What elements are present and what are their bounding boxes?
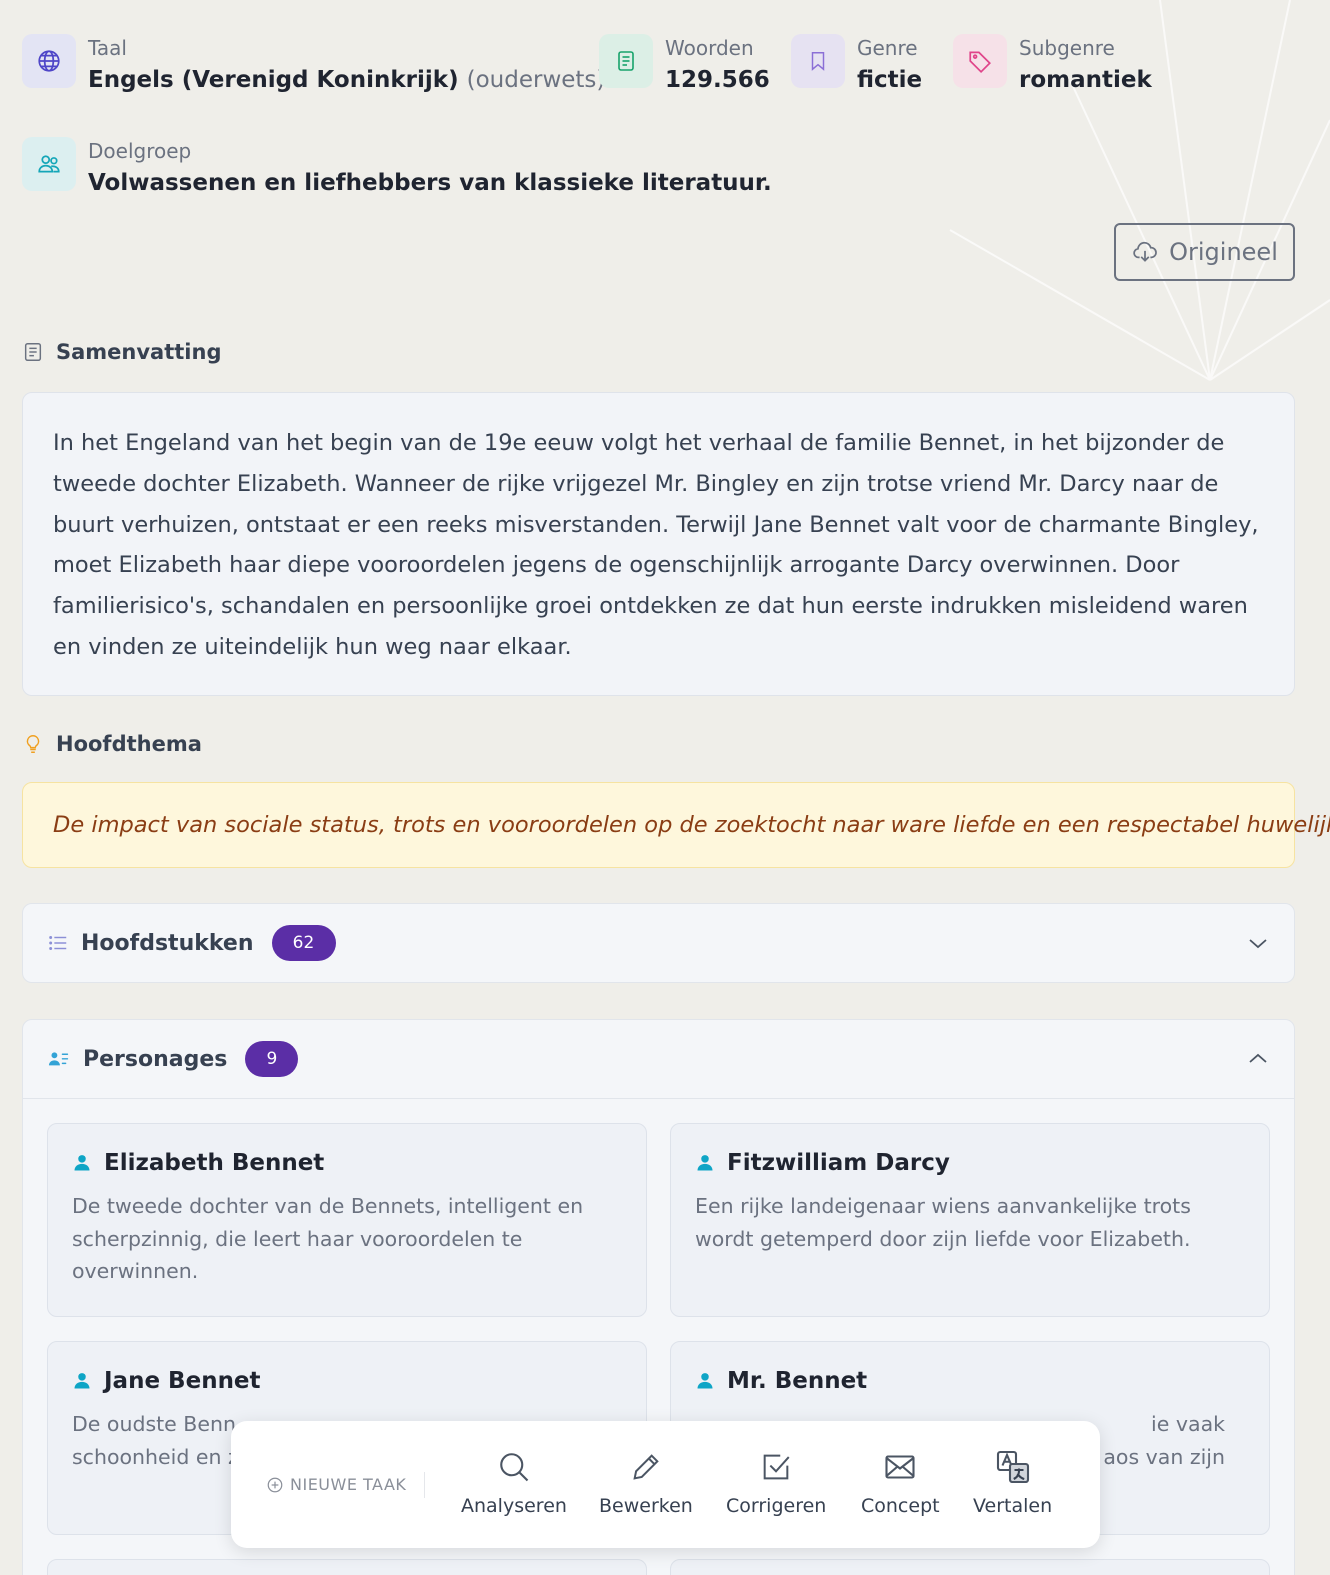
language-note: (ouderwets) [466, 67, 606, 93]
globe-icon [22, 34, 76, 88]
plus-circle-icon [267, 1477, 283, 1492]
chapters-accordion: Hoofdstukken 62 [22, 903, 1295, 983]
chevron-up-icon[interactable] [1246, 1047, 1270, 1071]
translate-button[interactable]: Vertalen [973, 1449, 1052, 1517]
list-icon [49, 936, 67, 950]
character-card[interactable]: Elizabeth Bennet De tweede dochter van d… [47, 1123, 647, 1317]
analyze-label: Analyseren [461, 1495, 567, 1517]
chapters-count-badge: 62 [271, 925, 336, 961]
theme-card: De impact van sociale status, trots en v… [22, 782, 1330, 868]
theme-heading: Hoofdthema [22, 731, 202, 757]
characters-count-badge: 9 [245, 1041, 299, 1077]
character-description: Een rijke landeigenaar wiens aanvankelij… [695, 1194, 1191, 1251]
users-list-icon [48, 1052, 69, 1066]
person-icon [74, 1155, 90, 1171]
draft-button[interactable]: Concept [861, 1449, 940, 1517]
new-task-button[interactable]: NIEUWE TAAK [266, 1471, 426, 1498]
theme-text: De impact van sociale status, trots en v… [53, 812, 1330, 838]
meta-words: Woorden 129.566 [599, 34, 770, 98]
correct-button[interactable]: Corrigeren [726, 1449, 826, 1517]
meta-subgenre: Subgenre romantiek [953, 34, 1152, 98]
edit-button[interactable]: Bewerken [599, 1449, 693, 1517]
audience-label: Doelgroep [88, 139, 192, 163]
lightbulb-icon [26, 735, 40, 753]
words-label: Woorden [665, 36, 754, 60]
checkbox-icon [763, 1454, 790, 1480]
summary-icon [24, 343, 42, 361]
chapters-title: Hoofdstukken [81, 930, 254, 956]
cloud-download-icon [1133, 241, 1157, 262]
theme-title: Hoofdthema [56, 732, 202, 756]
subgenre-label: Subgenre [1019, 36, 1115, 60]
character-description: De tweede dochter van de Bennets, intell… [72, 1194, 584, 1284]
character-name: Mr. Bennet [727, 1368, 868, 1394]
translate-label: Vertalen [973, 1495, 1053, 1517]
summary-text: In het Engeland van het begin van de 19e… [53, 430, 1259, 660]
download-original-button[interactable]: Origineel [1114, 223, 1295, 281]
bookmark-icon [791, 34, 845, 88]
character-name: Fitzwilliam Darcy [727, 1150, 950, 1176]
document-icon [599, 34, 653, 88]
language-label: Taal [88, 36, 127, 60]
audience-value: Volwassenen en liefhebbers van klassieke… [88, 170, 772, 196]
language-value: Engels (Verenigd Koninkrijk) (ouderwets) [88, 67, 606, 93]
draft-label: Concept [861, 1495, 940, 1517]
summary-title: Samenvatting [56, 340, 222, 364]
download-original-label: Origineel [1169, 238, 1278, 266]
person-icon [697, 1155, 713, 1171]
users-icon [22, 137, 76, 191]
translate-icon [996, 1450, 1029, 1484]
genre-label: Genre [857, 36, 918, 60]
character-card[interactable] [670, 1559, 1270, 1575]
tag-icon [953, 34, 1007, 88]
person-icon [697, 1373, 713, 1389]
analyze-button[interactable]: Analyseren [461, 1449, 567, 1517]
person-icon [74, 1373, 90, 1389]
meta-language: Taal Engels (Verenigd Koninkrijk) (ouder… [22, 34, 605, 98]
search-icon [500, 1453, 529, 1482]
character-card[interactable]: Fitzwilliam Darcy Een rijke landeigenaar… [670, 1123, 1270, 1317]
meta-audience: Doelgroep Volwassenen en liefhebbers van… [22, 137, 772, 201]
pencil-icon [633, 1454, 659, 1480]
characters-accordion-header[interactable]: Personages 9 [23, 1020, 1294, 1098]
summary-heading: Samenvatting [22, 340, 222, 364]
character-name: Jane Bennet [104, 1368, 261, 1394]
genre-value: fictie [857, 67, 923, 93]
subgenre-value: romantiek [1019, 67, 1152, 93]
character-card[interactable] [47, 1559, 647, 1575]
characters-title: Personages [83, 1046, 228, 1072]
envelope-icon [885, 1455, 915, 1479]
chapters-accordion-header[interactable]: Hoofdstukken 62 [23, 904, 1294, 982]
character-name: Elizabeth Bennet [104, 1150, 325, 1176]
words-value: 129.566 [665, 67, 770, 93]
chevron-down-icon[interactable] [1246, 931, 1270, 955]
correct-label: Corrigeren [726, 1495, 827, 1517]
new-task-label: NIEUWE TAAK [290, 1475, 407, 1494]
summary-card: In het Engeland van het begin van de 19e… [22, 392, 1295, 696]
meta-genre: Genre fictie [791, 34, 922, 98]
action-toolbar: NIEUWE TAAK Analyseren Bewerken Corriger… [231, 1421, 1100, 1548]
edit-label: Bewerken [599, 1495, 693, 1517]
